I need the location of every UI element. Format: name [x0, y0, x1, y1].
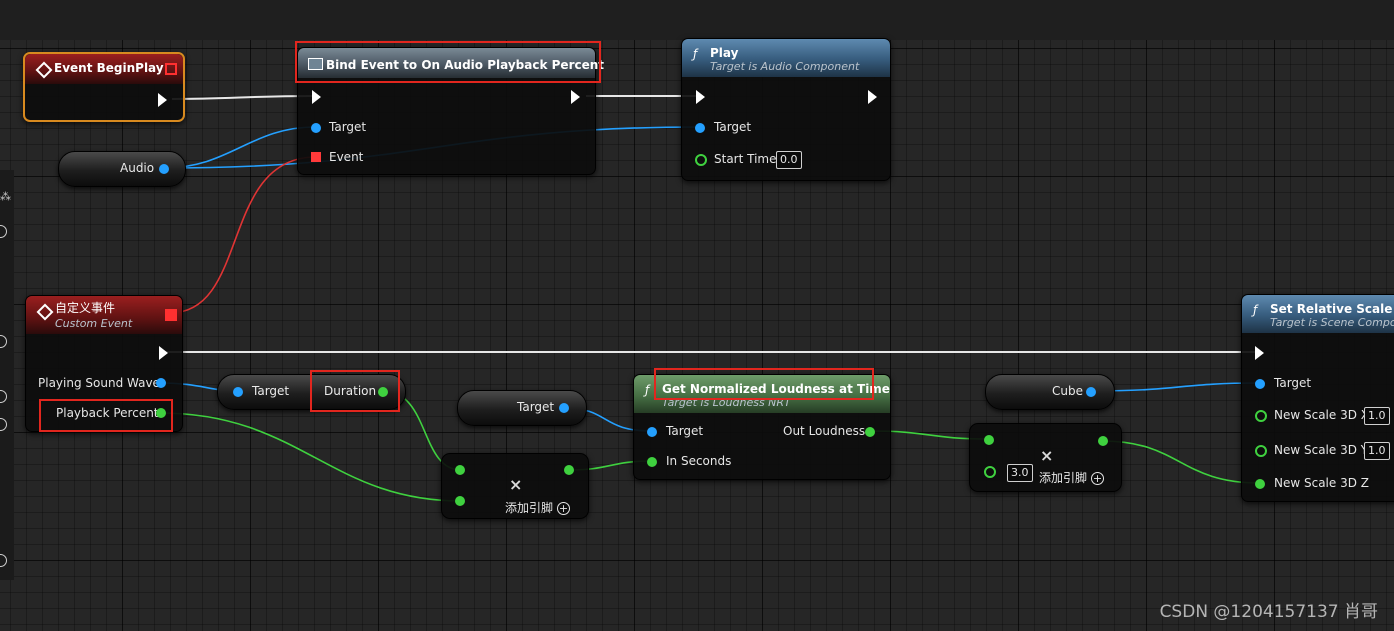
node-title: Play: [710, 46, 739, 60]
event-beginplay-node[interactable]: Event BeginPlay: [23, 52, 185, 122]
start-time-value[interactable]: 0.0: [776, 151, 802, 169]
highlight-box: [39, 399, 173, 432]
target-pin[interactable]: [1255, 379, 1265, 389]
event-icon: [36, 303, 54, 321]
audio-out-pin[interactable]: [159, 164, 169, 174]
watermark: CSDN @1204157137 肖哥: [1159, 602, 1378, 622]
target-pin[interactable]: [311, 123, 321, 133]
exec-out-pin[interactable]: [571, 90, 580, 104]
scale-y-label: New Scale 3D Y: [1274, 443, 1369, 457]
multiply-input-b-pin[interactable]: [455, 496, 465, 506]
highlight-box: [310, 370, 400, 412]
function-icon: ƒ: [1253, 303, 1258, 317]
add-pin-label: 添加引脚: [505, 501, 554, 515]
add-pin-button[interactable]: 添加引脚 +: [1039, 469, 1105, 486]
node-title: 自定义事件: [55, 301, 116, 315]
event-icon: [35, 61, 53, 79]
event-pin[interactable]: [311, 152, 321, 162]
highlight-box: [654, 368, 874, 400]
in-seconds-pin[interactable]: [647, 457, 657, 467]
exec-out-pin[interactable]: [159, 346, 168, 360]
target-pin[interactable]: [233, 387, 243, 397]
plus-icon: +: [1091, 472, 1105, 485]
out-loudness-pin[interactable]: [865, 427, 875, 437]
node-header: ƒ Set Relative Scale 3D Target is Scene …: [1242, 295, 1394, 333]
scale-x-label: New Scale 3D X: [1274, 408, 1369, 422]
exec-wire-beginplay-bind: [171, 95, 314, 100]
playing-sound-wave-pin[interactable]: [156, 378, 166, 388]
exec-in-pin[interactable]: [696, 90, 705, 104]
cube-variable-node[interactable]: Cube: [985, 374, 1115, 410]
multiply-input-a-pin[interactable]: [455, 465, 465, 475]
float-wire-mult-scalez: [1101, 440, 1260, 484]
add-pin-button[interactable]: 添加引脚 +: [505, 499, 571, 516]
scale-x-pin[interactable]: [1255, 410, 1267, 422]
target-out-pin[interactable]: [559, 403, 569, 413]
target-pin-label: Target: [1274, 376, 1312, 390]
target-pin[interactable]: [695, 123, 705, 133]
start-time-label: Start Time: [714, 152, 777, 166]
exec-out-pin[interactable]: [868, 90, 877, 104]
highlight-box: [295, 41, 601, 83]
node-subtitle: Custom Event: [55, 317, 133, 330]
object-wire-cube-setscale: [1091, 382, 1260, 392]
node-title: Event BeginPlay: [54, 61, 164, 75]
scale-z-label: New Scale 3D Z: [1274, 476, 1369, 490]
variable-label: Target: [517, 400, 555, 414]
object-wire-audio-bind: [163, 126, 317, 169]
node-title: Set Relative Scale 3D: [1270, 302, 1394, 316]
variable-label: Cube: [1052, 384, 1083, 398]
node-header: ƒ Play Target is Audio Component: [682, 39, 890, 77]
cube-out-pin[interactable]: [1086, 387, 1096, 397]
out-loudness-label: Out Loudness: [783, 424, 866, 438]
playing-sound-wave-label: Playing Sound Wave: [38, 376, 160, 390]
in-seconds-label: In Seconds: [666, 454, 732, 468]
scale-y-pin[interactable]: [1255, 445, 1267, 457]
audio-variable-node[interactable]: Audio: [58, 151, 186, 187]
plus-icon: +: [557, 502, 571, 515]
multiply-input-b-pin[interactable]: [984, 466, 996, 478]
multiply-output-pin[interactable]: [564, 465, 574, 475]
node-header: 自定义事件 Custom Event: [26, 296, 182, 334]
target-pin-label: Target: [714, 120, 752, 134]
exec-in-pin[interactable]: [1255, 346, 1264, 360]
multiply-value[interactable]: 3.0: [1007, 464, 1033, 482]
target-pin[interactable]: [647, 427, 657, 437]
multiply-output-pin[interactable]: [1098, 436, 1108, 446]
event-delegate-pin[interactable]: [165, 309, 177, 321]
event-delegate-icon: [165, 63, 177, 75]
node-subtitle: Target is Audio Component: [710, 60, 860, 73]
event-pin-label: Event: [329, 150, 364, 164]
exec-out-pin[interactable]: [158, 93, 167, 107]
delegate-wire-custom-bind: [169, 156, 317, 314]
exec-in-pin[interactable]: [312, 90, 321, 104]
play-node[interactable]: ƒ Play Target is Audio Component Target …: [681, 38, 891, 181]
function-icon: ƒ: [693, 47, 698, 61]
variable-label: Audio: [120, 161, 155, 175]
multiply-node[interactable]: × 添加引脚 +: [441, 453, 589, 519]
multiply-input-a-pin[interactable]: [984, 435, 994, 445]
multiply-node[interactable]: 3.0 × 添加引脚 +: [969, 423, 1122, 492]
target-variable-node[interactable]: Target: [457, 390, 587, 426]
scale-x-value[interactable]: 1.0: [1364, 407, 1390, 425]
target-pin-label: Target: [329, 120, 367, 134]
target-pin-label: Target: [666, 424, 704, 438]
node-subtitle: Target is Scene Compo: [1270, 316, 1394, 329]
start-time-pin[interactable]: [695, 154, 707, 166]
multiply-icon: ×: [509, 475, 523, 494]
float-wire-percent-mult: [159, 412, 462, 502]
function-icon: ƒ: [645, 383, 650, 397]
set-relative-scale-node[interactable]: ƒ Set Relative Scale 3D Target is Scene …: [1241, 294, 1394, 502]
node-header: Event BeginPlay: [25, 54, 183, 84]
multiply-icon: ×: [1040, 446, 1054, 465]
target-pin-label: Target: [252, 384, 290, 398]
scale-y-value[interactable]: 1.0: [1364, 442, 1390, 460]
add-pin-label: 添加引脚: [1039, 471, 1088, 485]
scale-z-pin[interactable]: [1255, 479, 1265, 489]
